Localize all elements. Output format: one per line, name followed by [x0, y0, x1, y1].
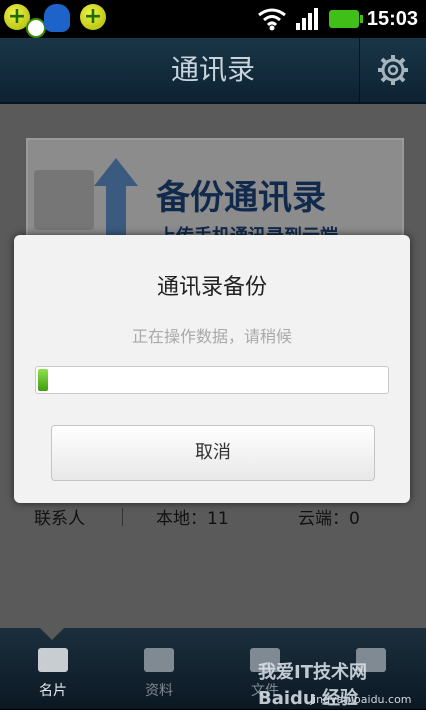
signal-icon: [295, 8, 318, 30]
cloud-count: 云端：0: [298, 509, 360, 529]
green-plus-icon: +: [80, 4, 106, 30]
wifi-icon: [257, 8, 286, 31]
dialog-title: 通讯录备份: [156, 275, 267, 300]
contacts-label: 联系人: [34, 509, 85, 529]
cancel-button[interactable]: 取消: [51, 425, 375, 481]
dialog-message: 正在操作数据，请稍候: [131, 327, 292, 346]
status-time: 15:03: [366, 7, 418, 30]
status-bar: + + 15:03: [0, 0, 426, 38]
banner-title: 备份通讯录: [156, 178, 326, 218]
tab-label: 名片: [39, 683, 67, 699]
tab-label: 资料: [145, 683, 173, 699]
qq-penguin-icon: [44, 4, 70, 32]
local-count: 本地：11: [156, 509, 229, 529]
backup-dialog: 通讯录备份 正在操作数据，请稍候 取消: [14, 235, 410, 503]
battery-icon: [328, 10, 363, 28]
divider: [122, 508, 123, 526]
tab-card[interactable]: 名片: [0, 628, 106, 709]
contact-stats: 联系人 本地：11 云端：0: [0, 504, 426, 534]
gear-icon: [378, 55, 408, 85]
active-tab-pointer: [40, 628, 64, 640]
watermark-url: jingyan.baidu.com: [310, 693, 412, 706]
green-plus-check-icon: +: [4, 4, 46, 38]
app-header: 通讯录: [0, 38, 426, 104]
card-icon: [38, 648, 68, 672]
settings-button[interactable]: [359, 38, 426, 102]
progress-fill: [38, 369, 48, 391]
upload-arrow-icon: [94, 158, 138, 186]
folder-plus-icon: [144, 648, 174, 672]
backup-banner[interactable]: 备份通讯录 上传手机通讯录到云端: [26, 138, 404, 247]
tab-profile[interactable]: 资料: [106, 628, 212, 709]
progress-bar: [35, 366, 389, 394]
contact-card-icon: [34, 170, 94, 230]
